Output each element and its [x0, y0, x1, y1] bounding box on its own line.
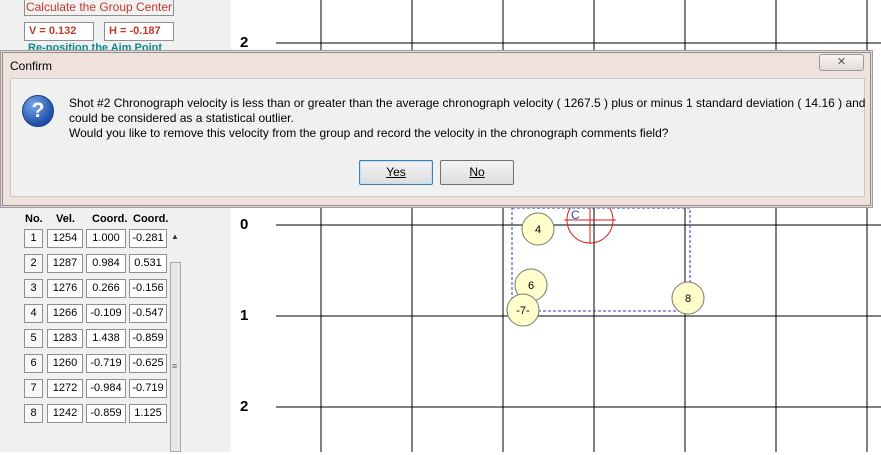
coord-v-cell[interactable]: 1.438 [86, 329, 126, 348]
dialog-message: Shot #2 Chronograph velocity is less tha… [69, 96, 866, 141]
coord-h-cell[interactable]: 0.531 [129, 254, 167, 273]
col-header-vel: Vel. [56, 213, 75, 225]
velocity-cell[interactable]: 1276 [47, 279, 83, 298]
message-line: could be considered as a statistical out… [69, 111, 294, 125]
row-number: 8 [24, 404, 43, 423]
y-axis-label: 0 [240, 216, 249, 233]
coord-h-cell[interactable]: 1.125 [129, 404, 167, 423]
message-line: Would you like to remove this velocity f… [69, 126, 669, 140]
coord-v-cell[interactable]: 0.984 [86, 254, 126, 273]
v-value-field[interactable]: V = 0.132 [24, 22, 94, 41]
row-number: 4 [24, 304, 43, 323]
shot-marker-label: -7- [516, 305, 530, 317]
velocity-cell[interactable]: 1260 [47, 354, 83, 373]
yes-button[interactable]: Yes [359, 160, 433, 185]
row-number: 3 [24, 279, 43, 298]
question-icon: ? [22, 95, 54, 127]
velocity-cell[interactable]: 1272 [47, 379, 83, 398]
h-value-field[interactable]: H = -0.187 [104, 22, 174, 41]
group-center-label: C [571, 208, 580, 222]
coord-h-cell[interactable]: -0.547 [129, 304, 167, 323]
no-button[interactable]: No [440, 160, 514, 185]
yes-button-label: Yes [386, 165, 406, 179]
y-axis-label: 2 [240, 34, 249, 51]
coord-v-cell[interactable]: 1.000 [86, 229, 126, 248]
row-number: 2 [24, 254, 43, 273]
coord-h-cell[interactable]: -0.859 [129, 329, 167, 348]
y-axis-label: 2 [240, 398, 249, 415]
close-icon[interactable]: ✕ [819, 54, 864, 71]
col-header-coord-h: Coord. [133, 213, 169, 225]
coord-h-cell[interactable]: -0.156 [129, 279, 167, 298]
coord-v-cell[interactable]: -0.984 [86, 379, 126, 398]
scrollbar-thumb[interactable] [170, 262, 181, 452]
velocity-cell[interactable]: 1287 [47, 254, 83, 273]
calculate-group-center-button[interactable]: Calculate the Group Center [24, 0, 174, 16]
row-number: 6 [24, 354, 43, 373]
y-axis-label: 1 [240, 307, 249, 324]
message-line: Shot #2 Chronograph velocity is less tha… [69, 96, 866, 110]
shot-marker-label: 4 [535, 224, 541, 236]
dialog-title: Confirm [10, 59, 53, 73]
coord-v-cell[interactable]: -0.109 [86, 304, 126, 323]
grip-icon: ≡ [172, 361, 178, 371]
no-button-label: No [469, 165, 485, 179]
coord-v-cell[interactable]: 0.266 [86, 279, 126, 298]
velocity-cell[interactable]: 1283 [47, 329, 83, 348]
coord-h-cell[interactable]: -0.719 [129, 379, 167, 398]
shot-marker-label: 6 [528, 280, 534, 292]
shot-marker-label: 8 [685, 293, 691, 305]
row-number: 1 [24, 229, 43, 248]
row-number: 7 [24, 379, 43, 398]
velocity-cell[interactable]: 1242 [47, 404, 83, 423]
shot-marker[interactable]: 8 [671, 281, 705, 315]
col-header-coord-v: Coord. [92, 213, 128, 225]
velocity-cell[interactable]: 1254 [47, 229, 83, 248]
row-number: 5 [24, 329, 43, 348]
coord-v-cell[interactable]: -0.859 [86, 404, 126, 423]
shot-marker[interactable]: 4 [521, 212, 555, 246]
coord-h-cell[interactable]: -0.281 [129, 229, 167, 248]
coord-v-cell[interactable]: -0.719 [86, 354, 126, 373]
scroll-up-arrow-icon[interactable]: ▲ [171, 232, 179, 241]
velocity-cell[interactable]: 1266 [47, 304, 83, 323]
col-header-no: No. [25, 213, 43, 225]
coord-h-cell[interactable]: -0.625 [129, 354, 167, 373]
shot-marker[interactable]: -7- [506, 293, 540, 327]
